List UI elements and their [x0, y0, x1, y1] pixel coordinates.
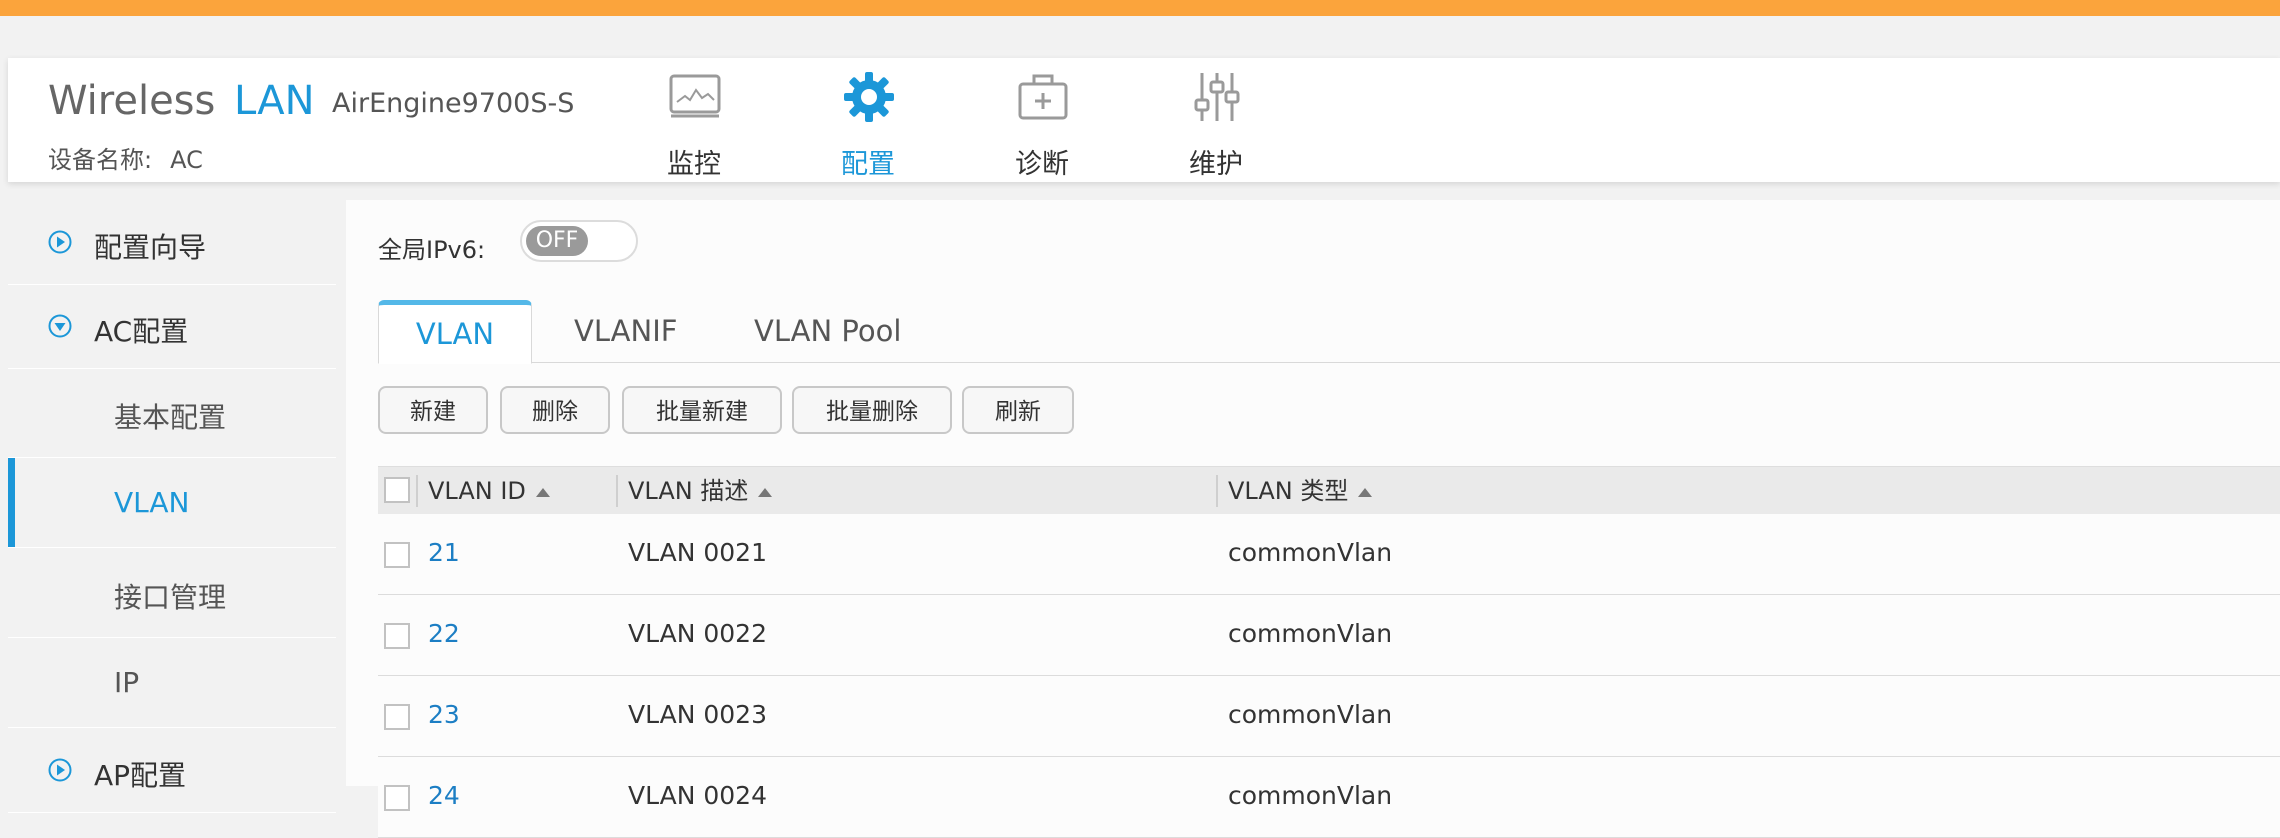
- row-checkbox[interactable]: [384, 623, 410, 649]
- sidebar-item-label: 接口管理: [114, 581, 227, 614]
- vlan-type: commonVlan: [1228, 781, 1393, 810]
- sidebar-item-ap-config[interactable]: AP配置: [8, 728, 336, 813]
- tab-vlanif[interactable]: VLANIF: [574, 300, 677, 362]
- column-header-vlan-desc[interactable]: VLAN 描述: [628, 467, 773, 515]
- table-header: VLAN ID VLAN 描述 VLAN 类型: [378, 466, 2280, 516]
- active-indicator: [8, 458, 15, 547]
- vlan-desc: VLAN 0023: [628, 700, 767, 729]
- vlan-type: commonVlan: [1228, 538, 1393, 567]
- monitor-icon: [669, 74, 721, 118]
- column-divider[interactable]: [616, 475, 618, 507]
- brand-lan: LAN: [234, 78, 315, 124]
- vlan-desc: VLAN 0022: [628, 619, 767, 648]
- sliders-icon: [1194, 73, 1240, 121]
- sidebar-item-wizard[interactable]: 配置向导: [8, 200, 336, 285]
- vlan-type: commonVlan: [1228, 700, 1393, 729]
- nav-config[interactable]: 配置: [808, 70, 928, 180]
- collapse-arrow-icon: [48, 314, 72, 338]
- sidebar-item-label: VLAN: [114, 486, 190, 519]
- tab-bar: VLAN VLANIF VLAN Pool: [378, 300, 2280, 364]
- sidebar-item-interface-mgmt[interactable]: 接口管理: [8, 548, 336, 638]
- ipv6-toggle[interactable]: OFF: [520, 220, 638, 262]
- row-checkbox[interactable]: [384, 542, 410, 568]
- top-accent-bar: [0, 0, 2280, 16]
- app-header: Wireless LAN AirEngine9700S-S 设备名称: AC 监控: [8, 58, 2280, 182]
- medkit-icon: [1018, 74, 1068, 120]
- batch-new-button[interactable]: 批量新建: [622, 386, 782, 434]
- nav-monitor[interactable]: 监控: [634, 70, 754, 180]
- vlan-desc: VLAN 0021: [628, 538, 767, 567]
- nav-maintain[interactable]: 维护: [1156, 70, 1276, 180]
- column-header-label: VLAN ID: [428, 477, 526, 505]
- device-name-label: 设备名称:: [48, 146, 153, 174]
- sidebar-item-label: IP: [114, 666, 140, 699]
- sidebar-item-vlan[interactable]: VLAN: [8, 458, 336, 548]
- vlan-id-link[interactable]: 22: [428, 619, 460, 648]
- tab-vlan[interactable]: VLAN: [378, 300, 532, 364]
- vlan-id-link[interactable]: 21: [428, 538, 460, 567]
- table-row: 23 VLAN 0023 commonVlan: [378, 676, 2280, 757]
- main-content: 全局IPv6: OFF VLAN VLANIF VLAN Pool 新建 删除 …: [346, 200, 2280, 838]
- sort-arrow-icon: [758, 487, 773, 497]
- gear-icon: [844, 72, 894, 122]
- new-button[interactable]: 新建: [378, 386, 488, 434]
- brand-wireless: Wireless: [48, 78, 216, 124]
- delete-button[interactable]: 删除: [500, 386, 610, 434]
- expand-arrow-icon: [48, 758, 72, 782]
- sidebar: 配置向导 AC配置 基本配置 VLAN 接口管理 IP AP配置: [8, 200, 336, 813]
- row-checkbox[interactable]: [384, 785, 410, 811]
- vlan-id-link[interactable]: 24: [428, 781, 460, 810]
- column-header-label: VLAN 描述: [628, 477, 749, 505]
- sort-arrow-icon: [1358, 487, 1373, 497]
- column-header-label: VLAN 类型: [1228, 477, 1349, 505]
- sidebar-item-label: 配置向导: [94, 231, 207, 264]
- ipv6-toggle-state: OFF: [526, 226, 588, 256]
- sort-arrow-icon: [535, 487, 550, 497]
- device-model: AirEngine9700S-S: [332, 88, 575, 119]
- table-row: 24 VLAN 0024 commonVlan: [378, 757, 2280, 838]
- column-divider: [416, 475, 418, 507]
- sidebar-item-label: 基本配置: [114, 401, 227, 434]
- vlan-type: commonVlan: [1228, 619, 1393, 648]
- column-header-vlan-type[interactable]: VLAN 类型: [1228, 467, 1373, 515]
- nav-diagnose-label: 诊断: [1015, 149, 1069, 180]
- sidebar-item-basic-config[interactable]: 基本配置: [8, 368, 336, 458]
- table-row: 22 VLAN 0022 commonVlan: [378, 595, 2280, 676]
- vlan-desc: VLAN 0024: [628, 781, 767, 810]
- column-divider[interactable]: [1216, 475, 1218, 507]
- refresh-button[interactable]: 刷新: [962, 386, 1074, 434]
- column-header-vlan-id[interactable]: VLAN ID: [428, 467, 550, 515]
- sidebar-item-ip[interactable]: IP: [8, 638, 336, 728]
- select-all-checkbox[interactable]: [384, 477, 410, 503]
- device-name: 设备名称: AC: [48, 140, 203, 175]
- sidebar-item-label: AC配置: [94, 315, 189, 348]
- row-checkbox[interactable]: [384, 704, 410, 730]
- nav-monitor-label: 监控: [667, 149, 721, 180]
- table-row: 21 VLAN 0021 commonVlan: [378, 514, 2280, 595]
- nav-diagnose[interactable]: 诊断: [982, 70, 1102, 180]
- nav-maintain-label: 维护: [1189, 149, 1243, 180]
- sidebar-item-label: AP配置: [94, 759, 187, 792]
- tab-vlan-pool[interactable]: VLAN Pool: [754, 300, 901, 362]
- batch-delete-button[interactable]: 批量删除: [792, 386, 952, 434]
- sidebar-item-ac-config[interactable]: AC配置: [8, 284, 336, 369]
- vlan-id-link[interactable]: 23: [428, 700, 460, 729]
- expand-arrow-icon: [48, 230, 72, 254]
- device-name-value: AC: [170, 146, 203, 174]
- ipv6-label: 全局IPv6:: [378, 236, 486, 264]
- nav-config-label: 配置: [841, 149, 895, 180]
